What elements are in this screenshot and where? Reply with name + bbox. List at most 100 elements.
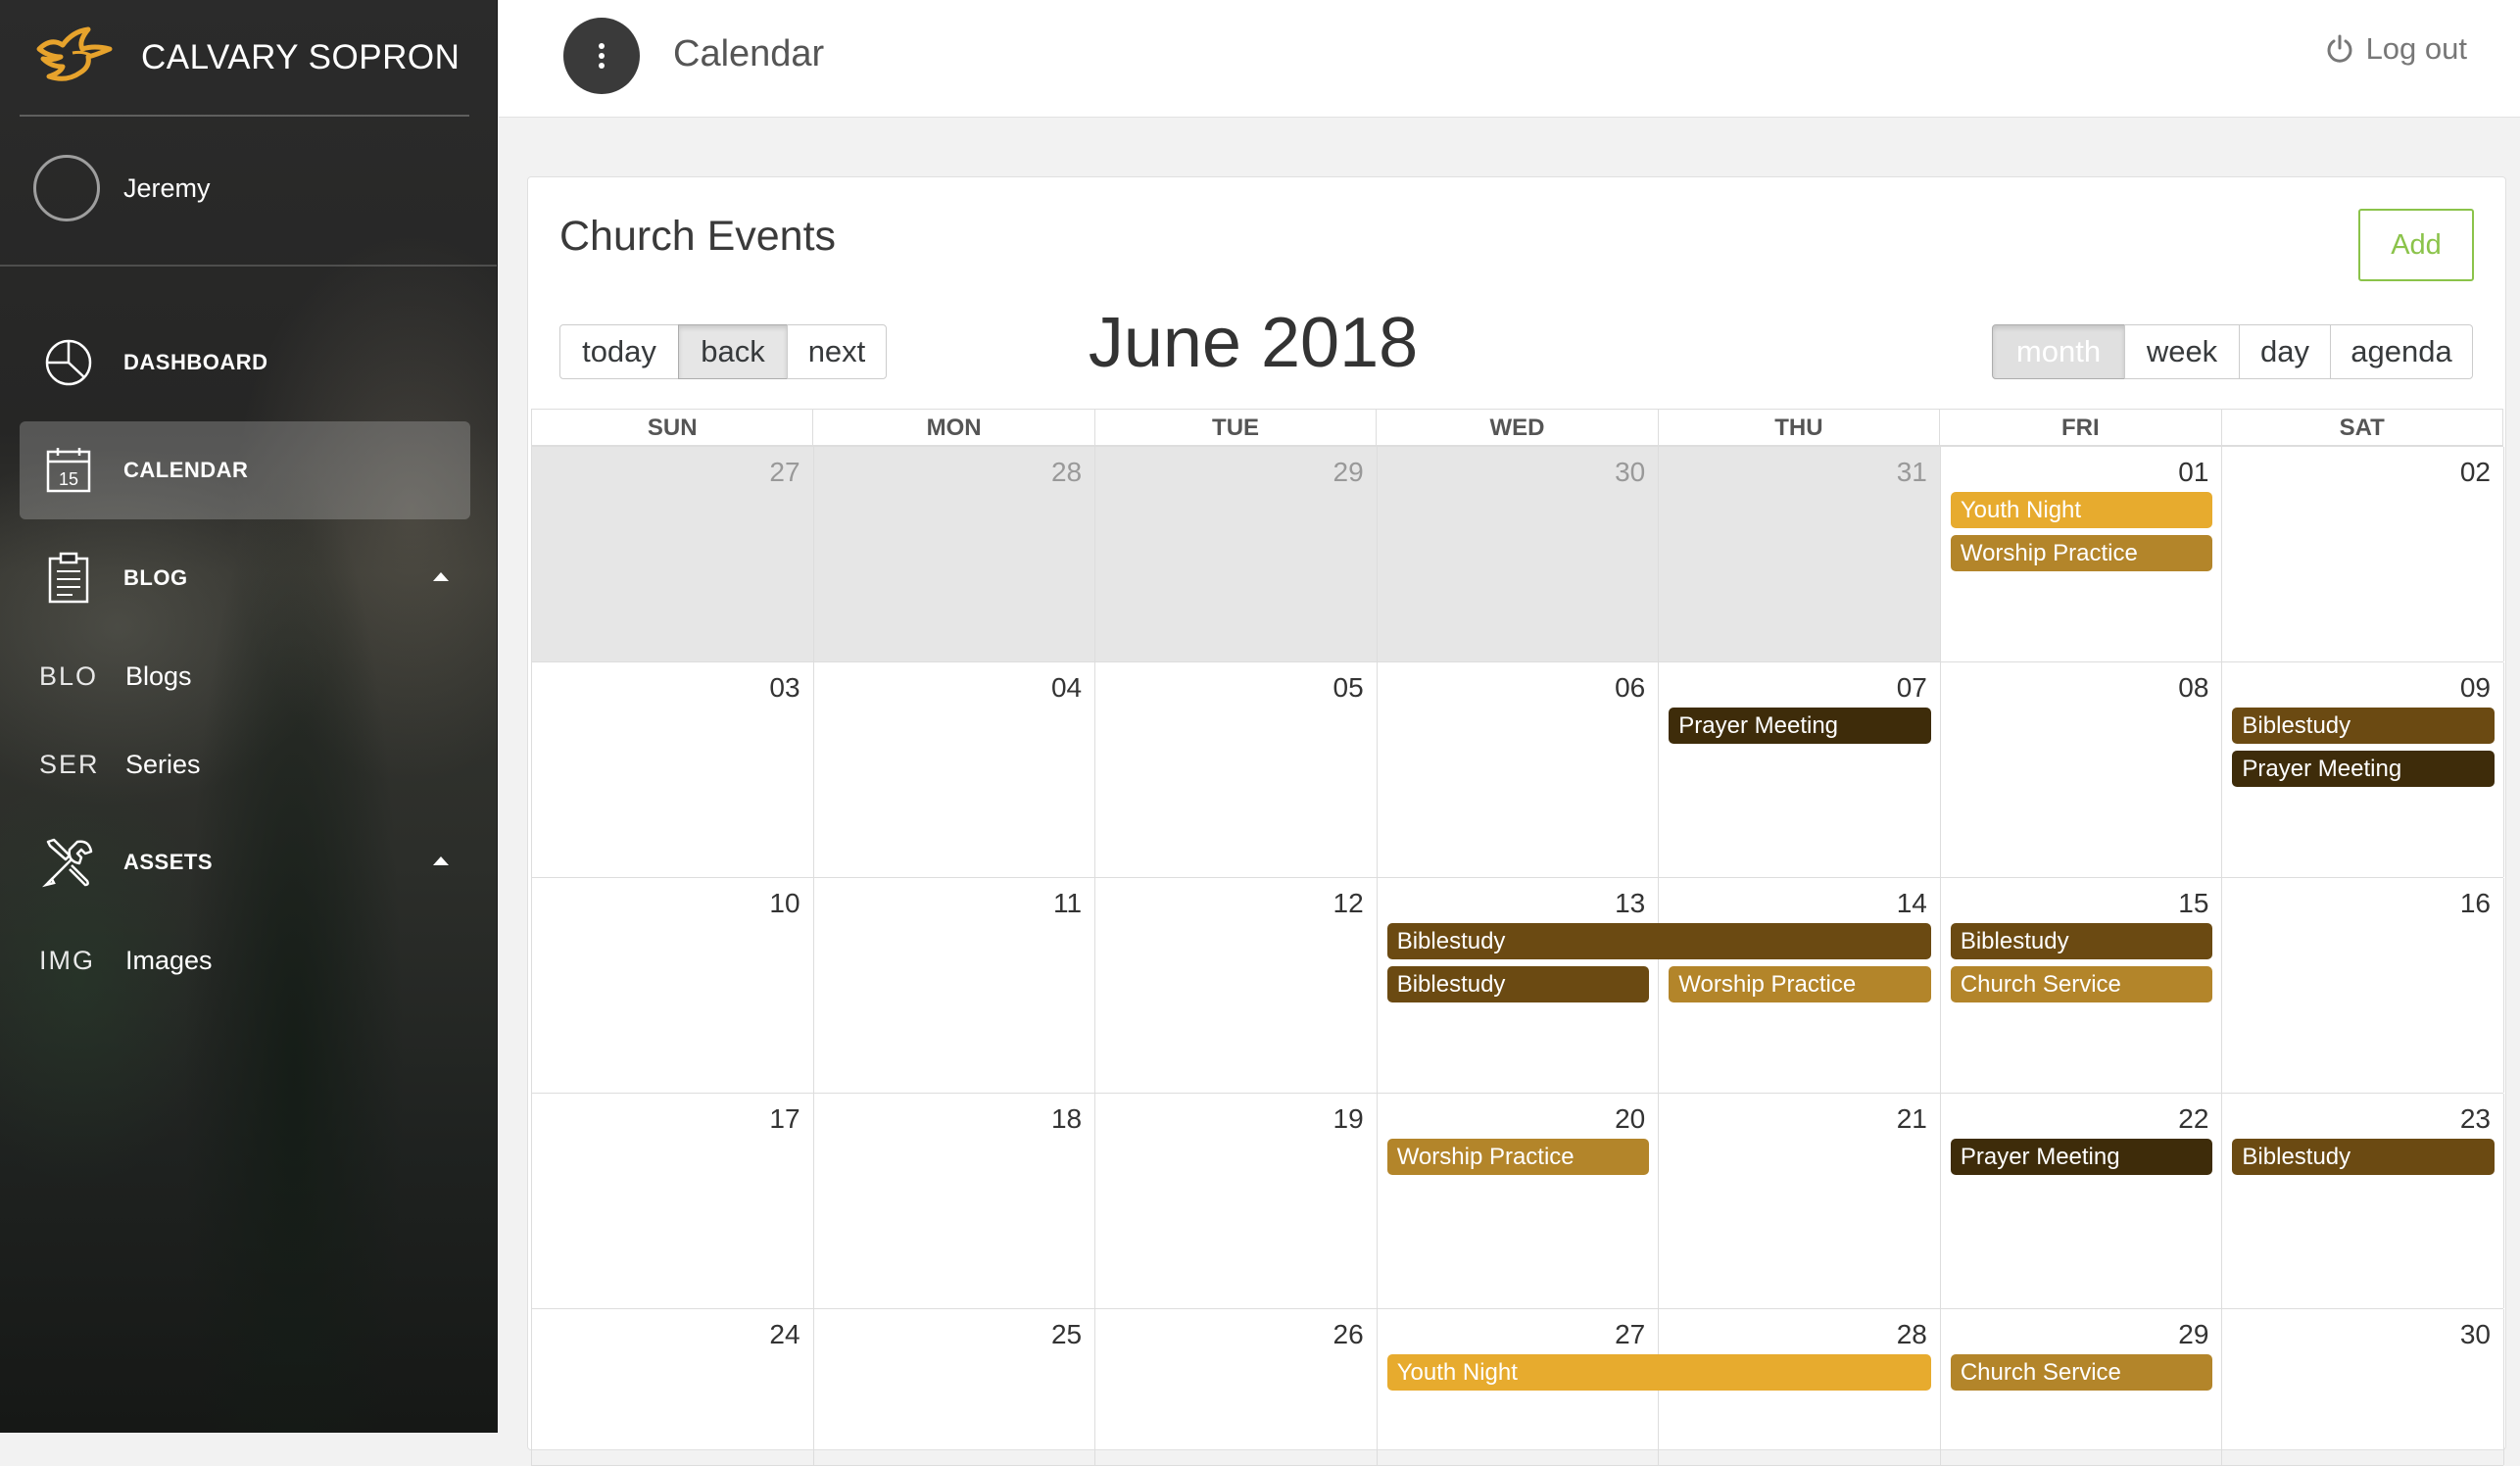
day-number[interactable]: 20	[1378, 1103, 1645, 1135]
day-number[interactable]: 29	[1095, 457, 1364, 488]
sidebar-item-images[interactable]: IMG Images	[20, 921, 470, 1000]
svg-text:15: 15	[59, 469, 78, 489]
clipboard-icon	[41, 551, 96, 606]
day-number[interactable]: 03	[532, 672, 800, 704]
day-number[interactable]: 28	[814, 457, 1082, 488]
calendar-event[interactable]: Prayer Meeting	[2232, 751, 2495, 787]
day-number[interactable]: 31	[1659, 457, 1927, 488]
sidebar-item-blogs[interactable]: BLO Blogs	[20, 637, 470, 715]
day-number[interactable]: 15	[1941, 888, 2208, 919]
user-profile[interactable]: Jeremy	[33, 155, 211, 221]
day-number[interactable]: 06	[1378, 672, 1645, 704]
day-number[interactable]: 01	[1941, 457, 2208, 488]
day-number[interactable]: 27	[1378, 1319, 1645, 1350]
back-button[interactable]: back	[678, 324, 788, 379]
week-row: 24 25 26 27 28 29 30 Youth Night Church Service	[532, 1309, 2504, 1466]
day-number[interactable]: 11	[814, 888, 1082, 919]
month-label: June 2018	[1088, 304, 1419, 382]
calendar-event[interactable]: Worship Practice	[1669, 966, 1931, 1002]
calendar-event[interactable]: Church Service	[1950, 1354, 2213, 1391]
navigation-button-group: today back next	[559, 324, 887, 379]
sidebar-item-dashboard[interactable]: DASHBOARD	[20, 314, 470, 412]
day-number[interactable]: 19	[1095, 1103, 1364, 1135]
day-number[interactable]: 10	[532, 888, 800, 919]
view-day-button[interactable]: day	[2239, 324, 2331, 379]
calendar-event[interactable]: Worship Practice	[1386, 1139, 1650, 1175]
calendar-event[interactable]: Biblestudy	[2232, 1139, 2495, 1175]
day-number[interactable]: 26	[1095, 1319, 1364, 1350]
calendar-event[interactable]: Biblestudy	[1386, 923, 1931, 959]
add-event-button[interactable]: Add	[2358, 209, 2474, 281]
day-number[interactable]: 27	[532, 457, 800, 488]
sidebar: CALVARY SOPRON Jeremy DASHBOARD 15 CALEN…	[0, 0, 498, 1433]
day-number[interactable]: 30	[1378, 457, 1645, 488]
page-title: Calendar	[673, 33, 825, 74]
day-number[interactable]: 22	[1941, 1103, 2208, 1135]
sidebar-item-label: BLOG	[123, 565, 188, 590]
day-number[interactable]: 04	[814, 672, 1082, 704]
sidebar-item-label: ASSETS	[123, 850, 214, 874]
brand[interactable]: CALVARY SOPRON	[20, 0, 497, 116]
day-number[interactable]: 25	[814, 1319, 1082, 1350]
calendar-event[interactable]: Biblestudy	[2232, 708, 2495, 744]
sidebar-item-blog[interactable]: BLOG	[20, 529, 470, 627]
weekday-header-cell: SAT	[2222, 410, 2503, 445]
church-events-card: Church Events Add today back next June 2…	[527, 176, 2506, 1466]
calendar-event[interactable]: Youth Night	[1386, 1354, 1931, 1391]
day-number[interactable]: 29	[1941, 1319, 2208, 1350]
sidebar-item-abbr: SER	[39, 749, 100, 779]
divider	[20, 115, 469, 117]
day-number[interactable]: 17	[532, 1103, 800, 1135]
weekday-header-cell: WED	[1377, 410, 1659, 445]
day-number[interactable]: 02	[2222, 457, 2491, 488]
day-number[interactable]: 09	[2222, 672, 2491, 704]
day-number[interactable]: 18	[814, 1103, 1082, 1135]
day-number[interactable]: 13	[1378, 888, 1645, 919]
day-number[interactable]: 16	[2222, 888, 2491, 919]
sidebar-item-assets[interactable]: ASSETS	[20, 813, 470, 911]
day-number[interactable]: 12	[1095, 888, 1364, 919]
view-month-button[interactable]: month	[1992, 324, 2125, 379]
more-vertical-button[interactable]	[563, 18, 640, 94]
card-title: Church Events	[559, 213, 837, 260]
day-number[interactable]: 24	[532, 1319, 800, 1350]
sidebar-item-label: Blogs	[125, 660, 192, 691]
next-button[interactable]: next	[787, 324, 887, 379]
dot-icon	[599, 53, 605, 59]
day-number[interactable]: 30	[2222, 1319, 2491, 1350]
sidebar-item-label: Series	[125, 749, 201, 779]
week-row: 10 11 12 13 14 15 16 Biblestudy Biblestudy Worshi…	[532, 878, 2504, 1094]
calendar-event[interactable]: Church Service	[1950, 966, 2213, 1002]
calendar-event[interactable]: Biblestudy	[1950, 923, 2213, 959]
weekday-header-cell: FRI	[1940, 410, 2222, 445]
view-agenda-button[interactable]: agenda	[2330, 324, 2473, 379]
calendar-event[interactable]: Youth Night	[1950, 492, 2213, 528]
day-number[interactable]: 08	[1941, 672, 2208, 704]
topbar: Calendar Log out	[499, 0, 2520, 118]
day-number[interactable]: 05	[1095, 672, 1364, 704]
day-number[interactable]: 23	[2222, 1103, 2491, 1135]
tools-icon	[41, 835, 96, 890]
sidebar-item-label: DASHBOARD	[123, 350, 268, 374]
calendar-event[interactable]: Prayer Meeting	[1669, 708, 1931, 744]
day-number[interactable]: 14	[1659, 888, 1927, 919]
calendar-event[interactable]: Biblestudy	[1386, 966, 1650, 1002]
day-number[interactable]: 21	[1659, 1103, 1927, 1135]
day-number[interactable]: 28	[1659, 1319, 1927, 1350]
sidebar-item-label: Images	[125, 945, 213, 975]
view-week-button[interactable]: week	[2124, 324, 2240, 379]
day-number[interactable]: 07	[1659, 672, 1927, 704]
month-view: SUN MON TUE WED THU FRI SAT 27 28 29 30 31 01…	[531, 409, 2504, 1466]
calendar-event[interactable]: Prayer Meeting	[1950, 1139, 2213, 1175]
dot-icon	[599, 43, 605, 49]
sidebar-item-series[interactable]: SER Series	[20, 725, 470, 804]
user-name: Jeremy	[123, 172, 211, 203]
avatar	[33, 155, 100, 221]
dot-icon	[599, 63, 605, 69]
sidebar-item-calendar[interactable]: 15 CALENDAR	[20, 421, 470, 519]
today-button[interactable]: today	[559, 324, 679, 379]
weekday-header-cell: THU	[1659, 410, 1941, 445]
calendar-event[interactable]: Worship Practice	[1950, 535, 2213, 571]
logout-button[interactable]: Log out	[2325, 31, 2467, 67]
view-button-group: month week day agenda	[1992, 324, 2473, 379]
